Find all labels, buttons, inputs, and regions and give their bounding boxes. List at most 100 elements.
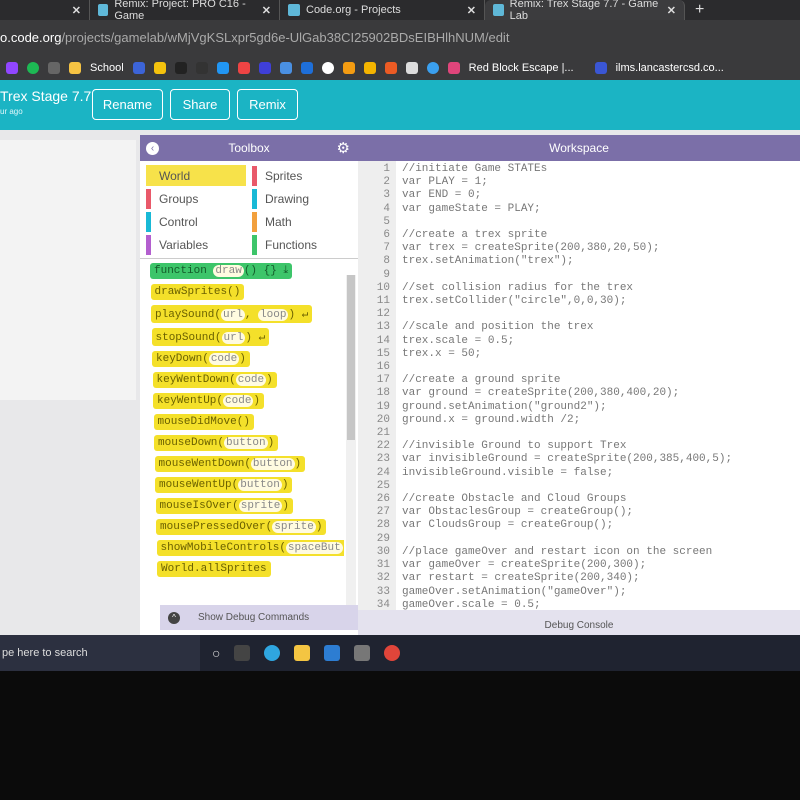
- code-block[interactable]: showMobileControls(spaceBut: [156, 540, 344, 556]
- block-param[interactable]: button: [238, 479, 282, 491]
- code-line[interactable]: 25: [366, 480, 732, 493]
- block-param[interactable]: sprite: [272, 521, 316, 533]
- block-param[interactable]: code: [223, 395, 254, 407]
- code-block[interactable]: mousePressedOver(sprite): [156, 519, 327, 535]
- code-block[interactable]: mouseIsOver(sprite): [155, 498, 293, 514]
- code-line[interactable]: 10 //set collision radius for the trex: [366, 282, 732, 295]
- code-line[interactable]: 16: [366, 361, 732, 374]
- new-tab-button[interactable]: +: [685, 1, 704, 19]
- block-param[interactable]: url: [221, 309, 245, 321]
- bookmark-ilms[interactable]: ilms.lancastercsd.co...: [616, 62, 724, 74]
- block-param[interactable]: code: [208, 353, 240, 365]
- code-line[interactable]: 2 var PLAY = 1;: [366, 176, 732, 189]
- gmail-icon[interactable]: [237, 62, 250, 74]
- code-block[interactable]: mouseWentDown(button): [154, 456, 306, 472]
- close-icon[interactable]: ✕: [72, 4, 81, 17]
- bookmark-icon[interactable]: [48, 62, 60, 74]
- gear-icon[interactable]: ⚙: [337, 139, 350, 157]
- store-icon[interactable]: [354, 645, 371, 661]
- code-line[interactable]: 11 trex.setCollider("circle",0,0,30);: [366, 295, 732, 308]
- tab[interactable]: Code.org - Projects ✕: [280, 0, 485, 20]
- code-block[interactable]: drawSprites(): [150, 284, 245, 300]
- bookmark-icon[interactable]: [300, 62, 313, 74]
- code-line[interactable]: 24 invisibleGround.visible = false;: [366, 467, 732, 480]
- rename-button[interactable]: Rename: [92, 89, 163, 120]
- code-block[interactable]: mouseDidMove(): [153, 414, 254, 430]
- category-variables[interactable]: Variables: [146, 234, 246, 255]
- code-line[interactable]: 19 ground.setAnimation("ground2");: [366, 401, 732, 414]
- code-line[interactable]: 21: [366, 427, 732, 440]
- bookmark-red-block-escape[interactable]: Red Block Escape |...: [469, 62, 574, 74]
- code-line[interactable]: 6 //create a trex sprite: [366, 229, 732, 242]
- category-world[interactable]: World: [146, 165, 246, 186]
- block-param[interactable]: button: [250, 458, 295, 470]
- code-line[interactable]: 33 gameOver.setAnimation("gameOver");: [366, 586, 732, 599]
- code-line[interactable]: 14 trex.scale = 0.5;: [366, 335, 732, 348]
- bookmark-icon[interactable]: [258, 62, 271, 74]
- taskbar-search[interactable]: pe here to search: [0, 635, 200, 671]
- bookmark-icon[interactable]: [216, 62, 229, 74]
- category-functions[interactable]: Functions: [252, 234, 352, 255]
- block-param[interactable]: code: [235, 374, 267, 386]
- code-line[interactable]: 13 //scale and position the trex: [366, 321, 732, 334]
- chrome-icon[interactable]: [384, 645, 401, 661]
- code-line[interactable]: 3 var END = 0;: [366, 189, 732, 202]
- code-line[interactable]: 15 trex.x = 50;: [366, 348, 732, 361]
- code-line[interactable]: 1 //initiate Game STATEs: [366, 163, 732, 176]
- block-param[interactable]: draw: [213, 265, 244, 277]
- code-line[interactable]: 27 var ObstaclesGroup = createGroup();: [366, 506, 732, 519]
- code-block[interactable]: keyDown(code): [152, 351, 250, 367]
- bookmark-icon[interactable]: [174, 62, 187, 74]
- edge-icon[interactable]: [264, 645, 281, 661]
- twitch-icon[interactable]: [6, 62, 18, 74]
- category-groups[interactable]: Groups: [146, 188, 246, 209]
- mail-icon[interactable]: [324, 645, 341, 661]
- close-icon[interactable]: ✕: [667, 4, 676, 17]
- category-math[interactable]: Math: [252, 211, 352, 232]
- code-line[interactable]: 23 var invisibleGround = createSprite(200…: [366, 453, 732, 466]
- code-block[interactable]: keyWentUp(code): [153, 393, 265, 409]
- bookmark-icon[interactable]: [279, 62, 292, 74]
- block-param[interactable]: loop: [258, 309, 289, 321]
- task-view-icon[interactable]: [234, 645, 251, 661]
- bookmark-icon[interactable]: [195, 62, 208, 74]
- bookmark-school[interactable]: School: [90, 62, 124, 74]
- block-param[interactable]: sprite: [238, 500, 283, 512]
- keep-icon[interactable]: [363, 62, 376, 74]
- code-line[interactable]: 9: [366, 269, 732, 282]
- code-line[interactable]: 4 var gameState = PLAY;: [366, 203, 732, 216]
- code-line[interactable]: 20 ground.x = ground.width /2;: [366, 414, 732, 427]
- udemy-icon[interactable]: [384, 62, 397, 74]
- photos-icon[interactable]: [342, 62, 355, 74]
- close-icon[interactable]: ✕: [467, 4, 476, 17]
- store-icon[interactable]: [405, 62, 418, 74]
- code-line[interactable]: 17 //create a ground sprite: [366, 374, 732, 387]
- code-line[interactable]: 31 var gameOver = createSprite(200,300);: [366, 559, 732, 572]
- address-bar[interactable]: o.code.org/projects/gamelab/wMjVgKSLxpr5…: [0, 20, 800, 56]
- code-block[interactable]: World.allSprites: [157, 561, 271, 577]
- share-button[interactable]: Share: [170, 89, 230, 120]
- bookmark-icon[interactable]: [153, 62, 166, 74]
- code-line[interactable]: 32 var restart = createSprite(200,340);: [366, 572, 732, 585]
- code-line[interactable]: 22 //invisible Ground to support Trex: [366, 440, 732, 453]
- code-block[interactable]: mouseDown(button): [154, 435, 279, 451]
- block-param[interactable]: spaceBut: [285, 542, 343, 554]
- code-block[interactable]: function draw() {} ⤓: [150, 263, 293, 279]
- bookmark-icon[interactable]: [426, 62, 439, 74]
- tab-partial[interactable]: ✕: [0, 0, 90, 20]
- collapse-icon[interactable]: ‹: [146, 141, 159, 155]
- code-block[interactable]: mouseWentUp(button): [155, 477, 293, 493]
- bookmark-icon[interactable]: [132, 62, 145, 74]
- code-block[interactable]: keyWentDown(code): [152, 372, 277, 388]
- file-explorer-icon[interactable]: [294, 645, 311, 661]
- show-debug-commands[interactable]: ^ Show Debug Commands: [160, 605, 358, 630]
- remix-button[interactable]: Remix: [237, 89, 298, 120]
- spotify-icon[interactable]: [27, 62, 39, 74]
- block-param[interactable]: button: [224, 437, 268, 449]
- toolbox-scrollbar[interactable]: [346, 275, 356, 605]
- code-line[interactable]: 8 trex.setAnimation("trex");: [366, 255, 732, 268]
- code-line[interactable]: 12: [366, 308, 732, 321]
- category-drawing[interactable]: Drawing: [252, 188, 352, 209]
- code-line[interactable]: 28 var CloudsGroup = createGroup();: [366, 519, 732, 532]
- code-line[interactable]: 7 var trex = createSprite(200,380,20,50);: [366, 242, 732, 255]
